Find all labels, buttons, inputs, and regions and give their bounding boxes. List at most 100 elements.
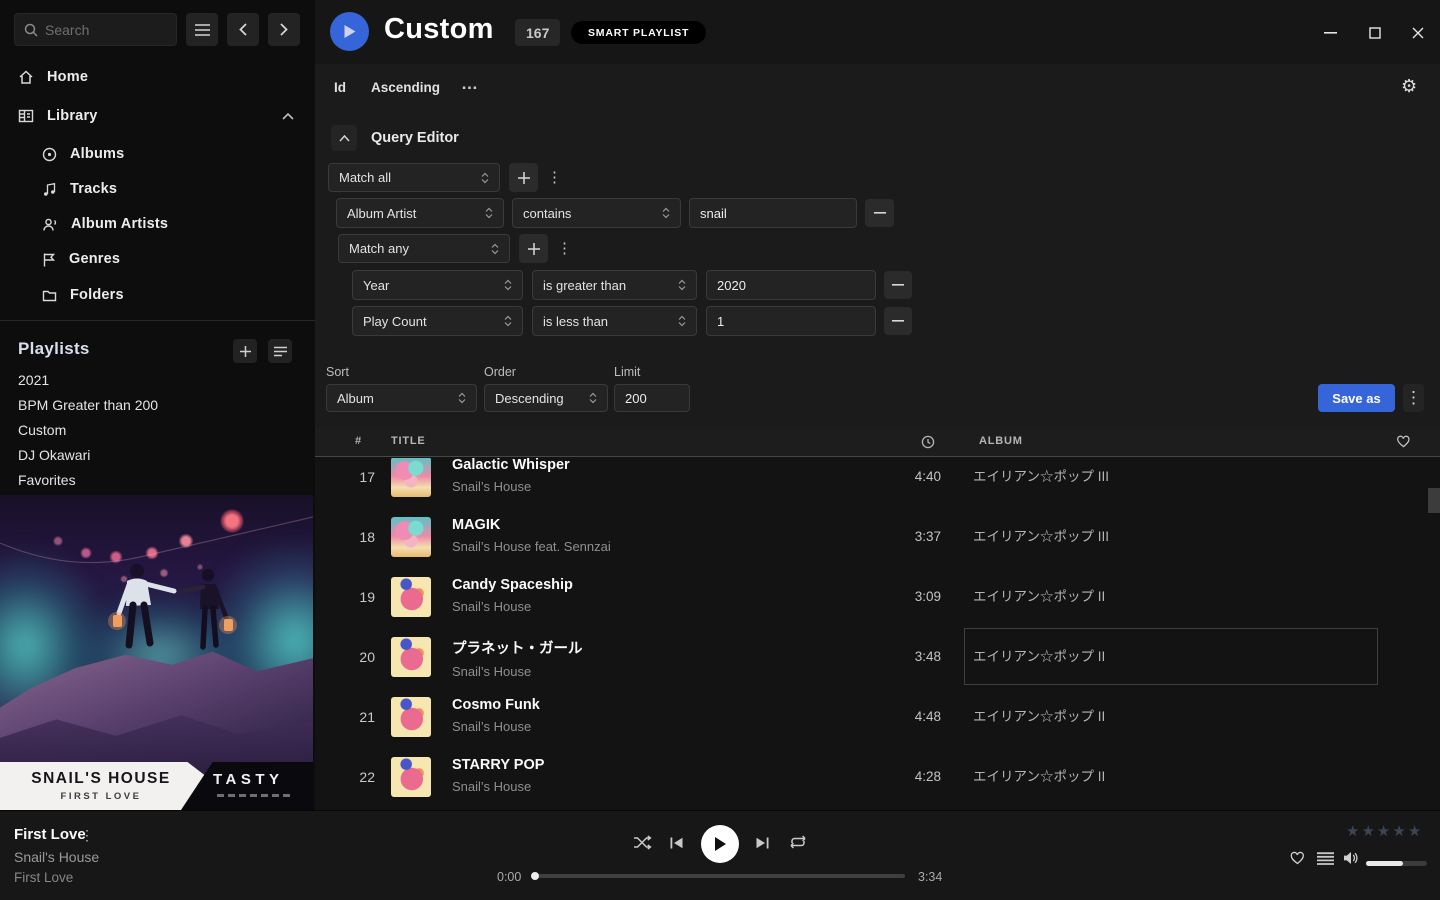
rule-operator-select[interactable]: contains	[512, 198, 681, 228]
nav-back-button[interactable]	[227, 13, 259, 46]
remove-rule-button[interactable]	[884, 307, 912, 335]
nav-forward-button[interactable]	[268, 13, 300, 46]
group1-menu-kebab-icon[interactable]: ⋮	[547, 168, 562, 186]
sidebar-item-albums[interactable]: Albums	[0, 140, 315, 168]
list-sort-direction[interactable]: Ascending	[371, 80, 440, 95]
play-playlist-button[interactable]	[330, 12, 369, 51]
add-playlist-button[interactable]	[233, 339, 257, 363]
rule-field-select[interactable]: Play Count	[352, 306, 523, 336]
sort-select[interactable]: Album	[326, 384, 477, 412]
match-type-select-group1[interactable]: Match all	[328, 163, 500, 192]
track-row[interactable]: 19 Candy Spaceship Snail’s House 3:09 エイ…	[315, 567, 1440, 627]
track-row[interactable]: 17 Galactic Whisper Snail’s House 4:40 エ…	[315, 458, 1440, 507]
repeat-icon	[789, 835, 807, 849]
window-close-button[interactable]	[1405, 20, 1431, 46]
match-type-select-group2[interactable]: Match any	[338, 234, 510, 263]
column-header-album[interactable]: ALBUM	[979, 435, 1023, 447]
settings-gear-icon[interactable]: ⚙	[1401, 76, 1417, 97]
playlist-item-custom[interactable]: Custom	[18, 422, 288, 442]
remove-rule-button[interactable]	[865, 199, 894, 227]
list-sort-field[interactable]: Id	[334, 80, 346, 95]
scrollbar-thumb[interactable]	[1428, 488, 1440, 513]
now-playing-kebab-icon[interactable]: ⋮	[80, 827, 94, 844]
star-icon[interactable]: ★	[1392, 822, 1405, 840]
art-label-text: TASTY	[213, 771, 284, 788]
rule-value-input[interactable]	[689, 198, 857, 228]
list-more-button[interactable]: …	[461, 74, 478, 94]
track-album[interactable]: エイリアン☆ポップ III	[973, 458, 1109, 507]
column-header-number[interactable]: #	[355, 435, 362, 447]
sidebar-item-home[interactable]: Home	[0, 63, 315, 91]
playlist-view-button[interactable]	[268, 339, 292, 363]
column-header-title[interactable]: TITLE	[391, 435, 426, 447]
track-album[interactable]: エイリアン☆ポップ II	[973, 687, 1105, 747]
sidebar-item-library[interactable]: Library	[0, 102, 315, 130]
group2-menu-kebab-icon[interactable]: ⋮	[557, 239, 572, 257]
volume-button[interactable]	[1343, 851, 1359, 868]
track-duration: 4:40	[855, 458, 941, 507]
add-rule-button-group2[interactable]	[519, 234, 548, 263]
track-album[interactable]: エイリアン☆ポップ III	[973, 507, 1109, 567]
track-row[interactable]: 22 STARRY POP Snail’s House 4:28 エイリアン☆ポ…	[315, 747, 1440, 807]
window-maximize-button[interactable]	[1362, 20, 1388, 46]
seek-thumb[interactable]	[531, 872, 539, 880]
save-as-button[interactable]: Save as	[1318, 384, 1395, 412]
repeat-button[interactable]	[789, 835, 807, 852]
sidebar-item-folders[interactable]: Folders	[0, 281, 315, 309]
rule-field-select[interactable]: Album Artist	[336, 198, 504, 228]
volume-slider[interactable]	[1366, 861, 1427, 866]
track-album[interactable]: エイリアン☆ポップ II	[973, 567, 1105, 627]
sidebar-item-label: Album Artists	[71, 216, 168, 232]
limit-input[interactable]	[614, 384, 690, 412]
favorite-heart-icon[interactable]	[1396, 434, 1411, 448]
sidebar-item-album-artists[interactable]: Album Artists	[0, 210, 315, 238]
now-playing-artist[interactable]: Snail's House	[14, 849, 99, 865]
playlist-item-favorites[interactable]: Favorites	[18, 472, 288, 492]
albums-icon	[42, 147, 57, 162]
add-rule-button-group1[interactable]	[509, 163, 538, 192]
order-select[interactable]: Descending	[484, 384, 608, 412]
folder-icon	[42, 289, 57, 302]
track-row[interactable]: 21 Cosmo Funk Snail’s House 4:48 エイリアン☆ポ…	[315, 687, 1440, 747]
star-icon[interactable]: ★	[1361, 822, 1374, 840]
now-playing-album-art[interactable]: SNAIL'S HOUSE FIRST LOVE TASTY	[0, 495, 313, 810]
playlist-item-bpm[interactable]: BPM Greater than 200	[18, 397, 288, 417]
shuffle-button[interactable]	[633, 835, 652, 853]
chevron-up-icon[interactable]	[282, 113, 294, 120]
seek-bar[interactable]	[535, 874, 905, 878]
search-input[interactable]	[45, 22, 155, 38]
now-playing-title[interactable]: First Love	[14, 826, 86, 843]
rule-operator-select[interactable]: is less than	[532, 306, 697, 336]
playlist-item-2021[interactable]: 2021	[18, 372, 288, 392]
queue-button[interactable]	[1317, 852, 1334, 868]
minus-icon	[892, 320, 904, 322]
track-row[interactable]: 18 MAGIK Snail’s House feat. Sennzai 3:3…	[315, 507, 1440, 567]
play-pause-button[interactable]	[701, 825, 739, 863]
previous-track-button[interactable]	[669, 836, 684, 853]
playlist-item-dj-okawari[interactable]: DJ Okawari	[18, 447, 288, 467]
query-editor-collapse-button[interactable]	[331, 125, 357, 151]
menu-button[interactable]	[186, 13, 218, 46]
track-album[interactable]: エイリアン☆ポップ II	[973, 747, 1105, 807]
rule-value-input[interactable]	[706, 306, 876, 336]
album-art-thumbnail	[391, 757, 431, 797]
next-track-button[interactable]	[755, 836, 770, 853]
sidebar-item-genres[interactable]: Genres	[0, 245, 315, 273]
sidebar-item-tracks[interactable]: Tracks	[0, 175, 315, 203]
now-playing-album[interactable]: First Love	[14, 870, 73, 885]
star-icon[interactable]: ★	[1377, 822, 1390, 840]
track-album[interactable]: エイリアン☆ポップ II	[973, 627, 1105, 687]
track-row[interactable]: 20 プラネット・ガール Snail’s House 3:48 エイリアン☆ポッ…	[315, 627, 1440, 687]
remove-rule-button[interactable]	[884, 271, 912, 299]
star-icon[interactable]: ★	[1408, 822, 1421, 840]
playlists-heading: Playlists	[18, 339, 90, 359]
window-minimize-button[interactable]	[1317, 20, 1343, 46]
select-value: Album Artist	[347, 206, 416, 221]
rule-value-input[interactable]	[706, 270, 876, 300]
favorite-button[interactable]	[1289, 850, 1306, 868]
rule-operator-select[interactable]: is greater than	[532, 270, 697, 300]
star-icon[interactable]: ★	[1346, 822, 1359, 840]
duration-clock-icon[interactable]	[921, 435, 935, 449]
save-menu-kebab-icon[interactable]: ⋮	[1403, 384, 1424, 412]
rule-field-select[interactable]: Year	[352, 270, 523, 300]
